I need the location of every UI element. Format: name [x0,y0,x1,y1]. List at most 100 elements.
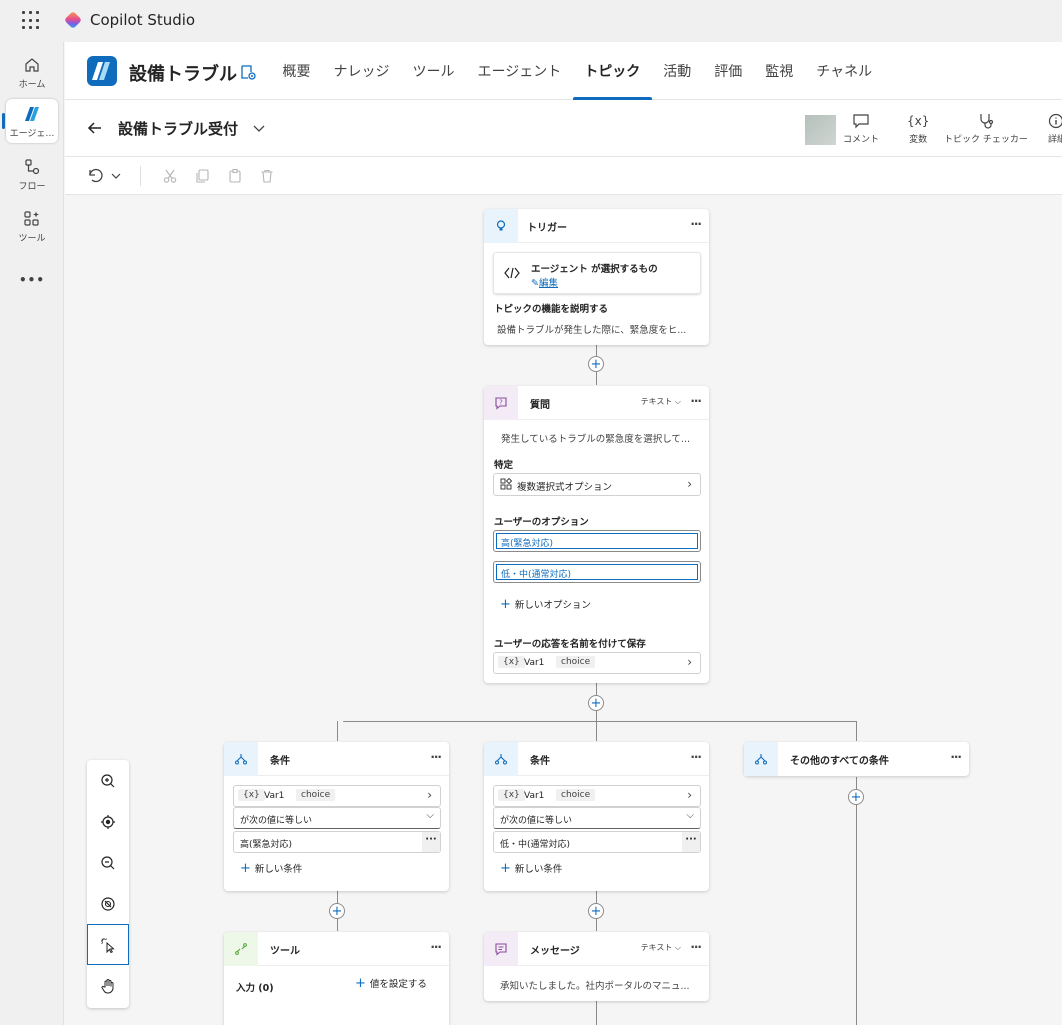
connector-line [343,721,857,722]
plus-icon: + [500,861,511,876]
rail-item-agents[interactable]: エージェ… [6,99,58,143]
tab-tools[interactable]: ツール [401,42,466,100]
question-node[interactable]: ? 質問 テキスト ⌵ ··· 発生しているトラブルの緊急度を選択して... 特… [484,386,709,683]
options-grid-icon [500,477,513,493]
chevron-down-icon: ⌵ [674,943,681,952]
new-condition-button[interactable]: + 新しい条件 [500,861,562,876]
operator-dropdown[interactable]: が次の値に等しい ⌵ [233,807,441,829]
more-icon: ••• [18,273,45,287]
identify-selector[interactable]: 複数選択式オプション › [493,473,701,496]
new-option-button[interactable]: + 新しいオプション [500,597,591,612]
rail-item-tools[interactable]: ツール [6,204,58,248]
app-title-bar: Copilot Studio [0,0,1062,42]
variable-icon: {x} [498,789,525,801]
value-more-button[interactable]: ··· [682,832,700,852]
more-options-button[interactable]: ··· [430,750,442,764]
set-value-button[interactable]: + 値を設定する [355,976,427,991]
option-item[interactable]: 低・中(通常対応) [493,561,701,583]
response-type-dropdown[interactable]: テキスト ⌵ [641,942,681,953]
svg-text:?: ? [499,399,503,407]
delete-icon[interactable] [258,167,276,185]
chevron-right-icon: › [687,477,692,491]
variables-button[interactable]: {x} 変数 [907,112,929,145]
select-tool-icon[interactable] [87,924,129,965]
chevron-down-icon[interactable] [251,120,267,136]
option-text[interactable]: 高(緊急対応) [496,533,698,549]
app-launcher-icon[interactable] [22,11,42,31]
cut-icon[interactable] [161,167,179,185]
copy-icon[interactable] [193,167,211,185]
condition-node[interactable]: 条件 ··· {x} Var1 choice › が次の値に等しい ⌵ 低・中(… [484,742,709,891]
else-condition-node[interactable]: その他のすべての条件 ··· [744,742,969,776]
topic-name[interactable]: 設備トラブル受付 [118,118,238,139]
trigger-desc-text: 設備トラブルが発生した際に、緊急度をヒ... [497,325,687,336]
condition-variable-selector[interactable]: {x} Var1 choice › [493,785,701,807]
comment-button[interactable]: コメント [843,112,879,145]
add-node-button[interactable]: + [588,695,604,711]
back-arrow-icon[interactable] [85,118,105,138]
tab-knowledge[interactable]: ナレッジ [322,42,401,100]
rail-item-flows[interactable]: フロー [6,152,58,196]
node-title: 条件 [270,756,290,767]
tab-activity[interactable]: 活動 [652,42,703,100]
app-title: Copilot Studio [90,11,196,29]
operator-dropdown[interactable]: が次の値に等しい ⌵ [493,807,701,829]
tool-node[interactable]: ツール ··· 入力 (0) + 値を設定する [224,932,449,1025]
recenter-icon[interactable] [87,801,129,842]
chevron-down-icon[interactable] [107,167,125,185]
zoom-in-icon[interactable] [87,760,129,801]
add-node-button[interactable]: + [329,903,345,919]
more-options-button[interactable]: ··· [430,940,442,954]
details-button[interactable]: 詳細 [1048,112,1062,145]
plus-icon: + [355,976,366,991]
info-icon [1048,112,1062,130]
more-options-button[interactable]: ··· [690,750,702,764]
rail-item-home[interactable]: ホーム [6,50,58,94]
condition-node[interactable]: 条件 ··· {x} Var1 choice › が次の値に等しい ⌵ 高(緊急… [224,742,449,891]
variables-label: 変数 [909,135,928,145]
message-text[interactable]: 承知いたしました。社内ポータルのマニュ... [500,978,690,992]
flow-icon [22,157,42,177]
message-node[interactable]: メッセージ テキスト ⌵ ··· 承知いたしました。社内ポータルのマニュ... [484,932,709,1001]
option-item[interactable]: 高(緊急対応) [493,530,701,552]
edit-link[interactable]: ✎編集 [531,275,558,289]
avatar[interactable] [805,115,836,145]
paste-icon[interactable] [226,167,244,185]
connector-line [856,721,857,741]
trigger-node[interactable]: トリガー ··· エージェント が選択するもの ✎編集 トピックの機能を説明する… [484,209,709,345]
condition-value-field[interactable]: 低・中(通常対応) ··· [493,831,701,853]
add-node-button[interactable]: + [588,356,604,372]
topic-checker-button[interactable]: トピック チェッカー [944,112,1028,145]
agent-settings-icon[interactable] [239,63,257,81]
new-condition-button[interactable]: + 新しい条件 [240,861,302,876]
trigger-selector-card[interactable]: エージェント が選択するもの ✎編集 [493,252,701,294]
pan-hand-icon[interactable] [87,965,129,1006]
tab-channels[interactable]: チャネル [805,42,884,100]
option-text[interactable]: 低・中(通常対応) [496,564,698,580]
more-apps-button[interactable]: ••• [6,258,58,302]
tools-icon [22,209,42,229]
zoom-out-icon[interactable] [87,842,129,883]
tab-topics[interactable]: トピック [572,42,652,100]
more-options-button[interactable]: ··· [690,394,702,408]
minimap-toggle-icon[interactable] [87,883,129,924]
tab-overview[interactable]: 概要 [271,42,322,100]
add-node-button[interactable]: + [848,789,864,805]
add-node-button[interactable]: + [588,903,604,919]
tab-agents[interactable]: エージェント [466,42,573,100]
tab-monitoring[interactable]: 監視 [754,42,805,100]
value-more-button[interactable]: ··· [422,832,440,852]
undo-icon[interactable] [85,167,103,185]
topic-canvas[interactable]: + + + + + トリガー ··· エージェント が選択するもの ✎編集 トピ… [65,195,1062,1025]
more-options-button[interactable]: ··· [950,750,962,764]
tab-evaluation[interactable]: 評価 [703,42,754,100]
save-variable-selector[interactable]: {x} Var1 choice › [493,652,701,674]
variable-name: Var1 [264,791,285,801]
comment-icon [852,112,870,130]
response-type-dropdown[interactable]: テキスト ⌵ [641,396,681,407]
condition-variable-selector[interactable]: {x} Var1 choice › [233,785,441,807]
more-options-button[interactable]: ··· [690,940,702,954]
more-options-button[interactable]: ··· [690,217,702,231]
question-prompt[interactable]: 発生しているトラブルの緊急度を選択して... [501,431,690,445]
condition-value-field[interactable]: 高(緊急対応) ··· [233,831,441,853]
